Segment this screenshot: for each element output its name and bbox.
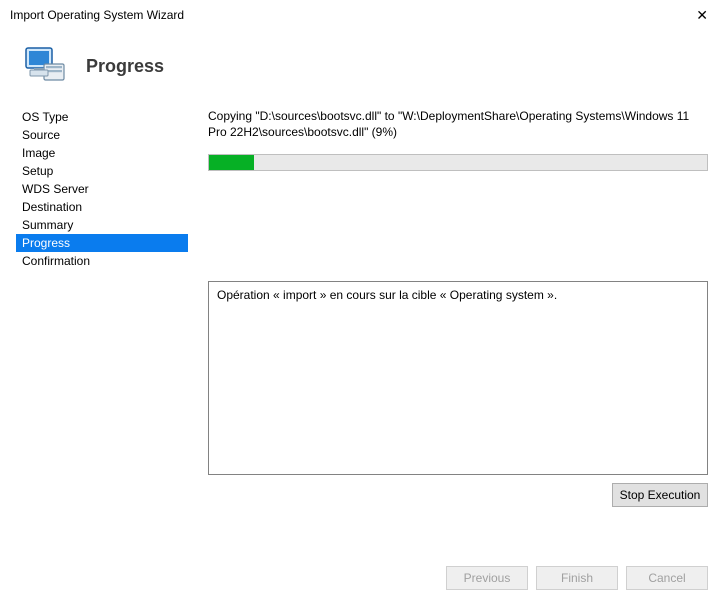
page-title: Progress: [86, 56, 164, 77]
wizard-footer: Previous Finish Cancel: [446, 566, 708, 590]
sidebar-item-confirmation[interactable]: Confirmation: [16, 252, 188, 270]
sidebar-item-destination[interactable]: Destination: [16, 198, 188, 216]
wizard-header: Progress: [0, 28, 724, 108]
stop-execution-button[interactable]: Stop Execution: [612, 483, 708, 507]
sidebar-item-label: OS Type: [22, 110, 68, 124]
sidebar-item-summary[interactable]: Summary: [16, 216, 188, 234]
previous-button: Previous: [446, 566, 528, 590]
content-area: OS Type Source Image Setup WDS Server De…: [0, 108, 724, 507]
sidebar-item-image[interactable]: Image: [16, 144, 188, 162]
sidebar-item-label: WDS Server: [22, 182, 89, 196]
sidebar-item-source[interactable]: Source: [16, 126, 188, 144]
close-icon[interactable]: ✕: [690, 6, 714, 24]
wizard-steps-sidebar: OS Type Source Image Setup WDS Server De…: [16, 108, 188, 507]
computer-icon: [20, 42, 68, 90]
sidebar-item-progress[interactable]: Progress: [16, 234, 188, 252]
sidebar-item-os-type[interactable]: OS Type: [16, 108, 188, 126]
sidebar-item-wds-server[interactable]: WDS Server: [16, 180, 188, 198]
progress-status-text: Copying "D:\sources\bootsvc.dll" to "W:\…: [208, 108, 708, 140]
sidebar-item-label: Destination: [22, 200, 82, 214]
sidebar-item-label: Confirmation: [22, 254, 90, 268]
progress-log: Opération « import » en cours sur la cib…: [208, 281, 708, 475]
titlebar: Import Operating System Wizard ✕: [0, 0, 724, 28]
log-line: Opération « import » en cours sur la cib…: [217, 288, 699, 302]
sidebar-item-label: Image: [22, 146, 55, 160]
main-panel: Copying "D:\sources\bootsvc.dll" to "W:\…: [188, 108, 708, 507]
sidebar-item-label: Source: [22, 128, 60, 142]
window-title: Import Operating System Wizard: [10, 8, 184, 22]
progress-bar-fill: [209, 155, 254, 170]
stop-row: Stop Execution: [208, 483, 708, 507]
finish-button: Finish: [536, 566, 618, 590]
sidebar-item-label: Setup: [22, 164, 53, 178]
cancel-button: Cancel: [626, 566, 708, 590]
sidebar-item-label: Summary: [22, 218, 73, 232]
progress-bar: [208, 154, 708, 171]
sidebar-item-setup[interactable]: Setup: [16, 162, 188, 180]
sidebar-item-label: Progress: [22, 236, 70, 250]
